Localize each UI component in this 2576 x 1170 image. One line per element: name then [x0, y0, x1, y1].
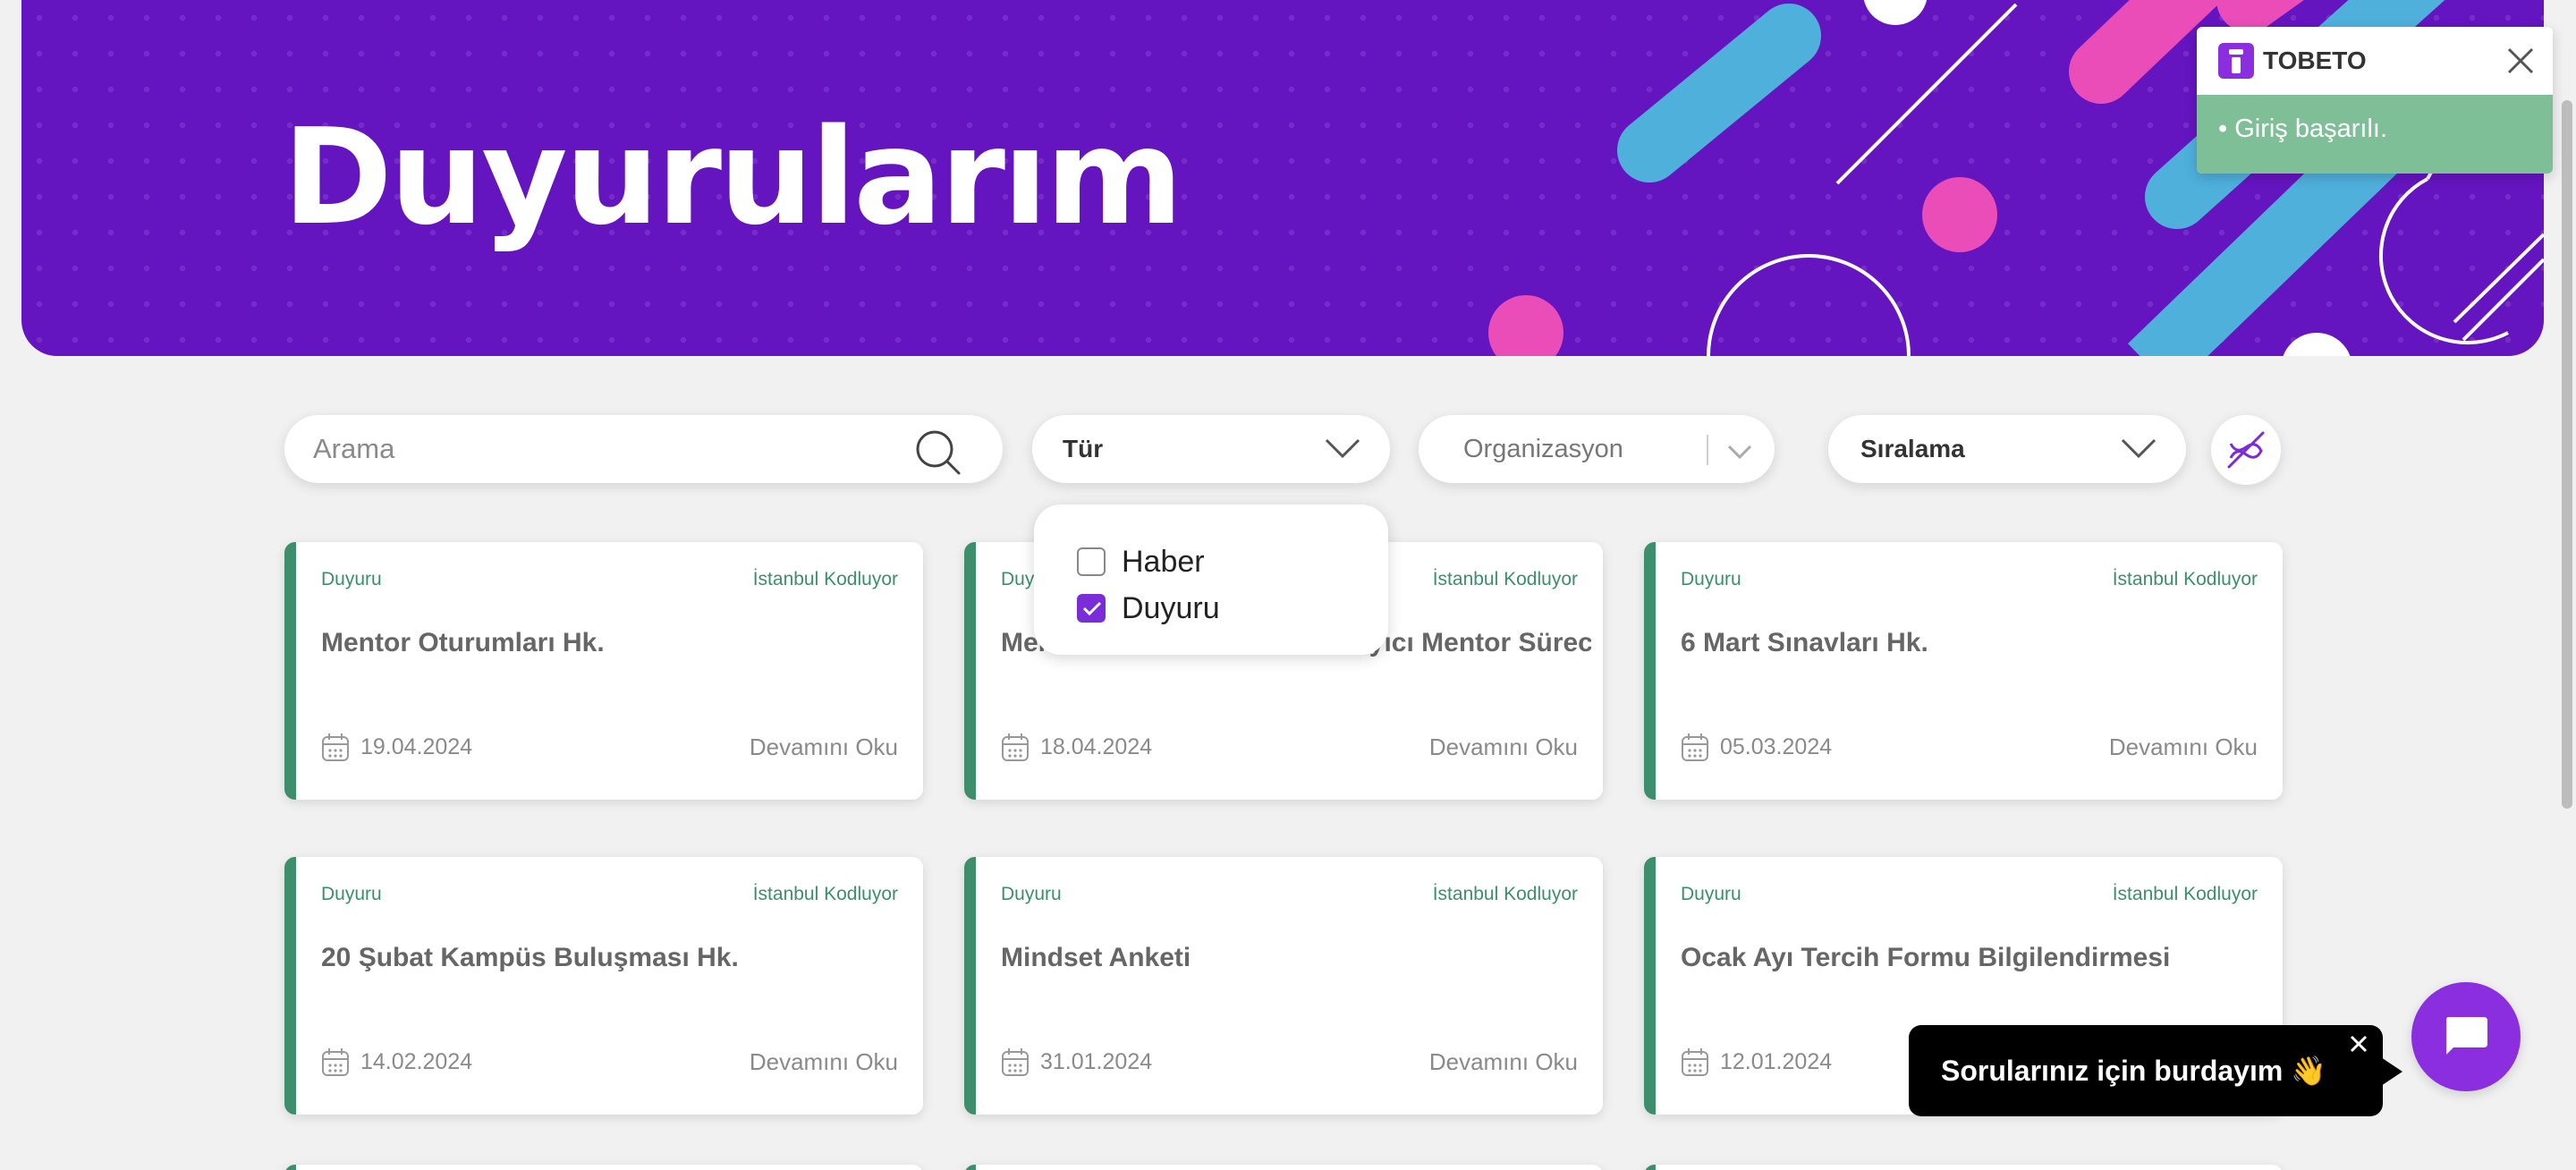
card-type: Duyuru — [1681, 884, 1741, 904]
search-input[interactable] — [313, 433, 894, 465]
card-title: 6 Mart Sınavları Hk. — [1681, 628, 1928, 657]
search-box[interactable] — [284, 415, 1003, 483]
card-date-row: 12.01.2024 — [1681, 1047, 1832, 1077]
calendar-icon — [322, 733, 349, 761]
read-more-link[interactable]: Devamını Oku — [750, 1048, 898, 1076]
close-icon[interactable] — [2347, 1032, 2370, 1056]
card-date-row: 18.04.2024 — [1001, 732, 1152, 762]
card-type: Duyuru — [321, 884, 382, 904]
announcement-card[interactable]: Duyuru İstanbul Kodluyor Mindset Anketi 31.… — [964, 857, 1603, 1115]
type-option-duyuru[interactable]: Duyuru — [1077, 585, 1388, 632]
chat-icon — [2446, 1017, 2487, 1055]
toast-header: TOBETO — [2197, 27, 2553, 95]
chat-open-button[interactable] — [2411, 982, 2521, 1091]
card-organization: İstanbul Kodluyor — [2112, 884, 2258, 904]
card-organization: İstanbul Kodluyor — [752, 884, 898, 904]
card-date-row: 31.01.2024 — [1001, 1047, 1152, 1077]
card-organization: İstanbul Kodluyor — [1432, 884, 1578, 904]
read-more-link[interactable]: Devamını Oku — [1429, 733, 1578, 761]
card-organization: İstanbul Kodluyor — [2112, 569, 2258, 589]
chat-prompt-bubble[interactable]: Sorularınız için burdayım 👋 — [1909, 1025, 2402, 1116]
page-banner: Duyurularım — [21, 0, 2544, 356]
card-date: 19.04.2024 — [360, 733, 473, 759]
type-select-label: Tür — [1063, 435, 1104, 462]
card-type: Duyuru — [1001, 884, 1062, 904]
type-select[interactable]: Tür — [1032, 415, 1390, 483]
calendar-icon — [1002, 733, 1029, 761]
calendar-icon — [1682, 1048, 1708, 1076]
announcement-card[interactable]: Duyuru İstanbul Kodluyor 6 Mart Sınavları … — [1644, 542, 2283, 800]
card-date: 14.02.2024 — [360, 1048, 473, 1074]
clear-filter-button[interactable] — [2211, 415, 2281, 485]
card-title: 20 Şubat Kampüs Buluşması Hk. — [321, 943, 739, 972]
tobeto-logo-icon — [2218, 43, 2254, 79]
organization-select[interactable]: Organizasyon — [1419, 415, 1775, 483]
card-date-row: 14.02.2024 — [321, 1047, 472, 1077]
type-option-label: Duyuru — [1122, 590, 1220, 625]
chevron-down-icon — [1727, 445, 1752, 460]
read-more-link[interactable]: Devamını Oku — [1429, 1048, 1578, 1076]
card-date: 05.03.2024 — [1720, 733, 1833, 759]
card-type: Duyuru — [1681, 569, 1741, 589]
page-title: Duyurularım — [283, 100, 1183, 254]
checkbox-haber[interactable] — [1077, 547, 1106, 576]
chevron-down-icon — [1325, 438, 1360, 459]
announcement-card[interactable] — [964, 1165, 1603, 1170]
toast-title: TOBETO — [2263, 47, 2367, 74]
checkbox-duyuru[interactable] — [1077, 594, 1106, 623]
read-more-link[interactable]: Devamını Oku — [2109, 733, 2258, 761]
filter-clear-icon — [2227, 431, 2265, 469]
calendar-icon — [1002, 1048, 1029, 1076]
card-title: Mindset Anketi — [1001, 943, 1191, 972]
type-option-haber[interactable]: Haber — [1077, 538, 1388, 585]
calendar-icon — [1682, 733, 1708, 761]
check-icon — [1082, 601, 1102, 616]
card-date: 12.01.2024 — [1720, 1048, 1833, 1074]
announcement-card[interactable] — [1644, 1165, 2283, 1170]
card-type: Duyuru — [321, 569, 382, 589]
announcement-card[interactable]: Duyuru İstanbul Kodluyor 20 Şubat Kampüs B… — [284, 857, 923, 1115]
chat-prompt-text: Sorularınız için burdayım 👋 — [1941, 1055, 2327, 1087]
close-icon[interactable] — [2504, 45, 2537, 77]
card-date: 18.04.2024 — [1040, 733, 1153, 759]
login-toast: TOBETO • Giriş başarılı. — [2197, 27, 2553, 174]
announcement-card[interactable]: Duyuru İstanbul Kodluyor Mentor Oturumları… — [284, 542, 923, 800]
organization-select-label: Organizasyon — [1463, 434, 1623, 463]
scrollbar-thumb[interactable] — [2562, 100, 2572, 809]
toast-message: • Giriş başarılı. — [2197, 95, 2553, 174]
type-option-label: Haber — [1122, 544, 1205, 579]
select-divider — [1707, 435, 1708, 465]
page-scrollbar[interactable] — [2558, 0, 2576, 1170]
search-icon[interactable] — [913, 428, 962, 476]
chevron-down-icon — [2121, 438, 2157, 459]
card-date: 31.01.2024 — [1040, 1048, 1153, 1074]
read-more-link[interactable]: Devamını Oku — [750, 733, 898, 761]
sort-select[interactable]: Sıralama — [1828, 415, 2186, 483]
card-title: Ocak Ayı Tercih Formu Bilgilendirmesi — [1681, 943, 2171, 972]
announcement-card[interactable] — [284, 1165, 923, 1170]
sort-select-label: Sıralama — [1860, 435, 1965, 462]
card-date-row: 05.03.2024 — [1681, 732, 1832, 762]
card-organization: İstanbul Kodluyor — [1432, 569, 1578, 589]
card-title: Mentor Oturumları Hk. — [321, 628, 605, 657]
calendar-icon — [322, 1048, 349, 1076]
card-date-row: 19.04.2024 — [321, 732, 472, 762]
type-dropdown-menu: Haber Duyuru — [1034, 504, 1388, 655]
card-organization: İstanbul Kodluyor — [752, 569, 898, 589]
